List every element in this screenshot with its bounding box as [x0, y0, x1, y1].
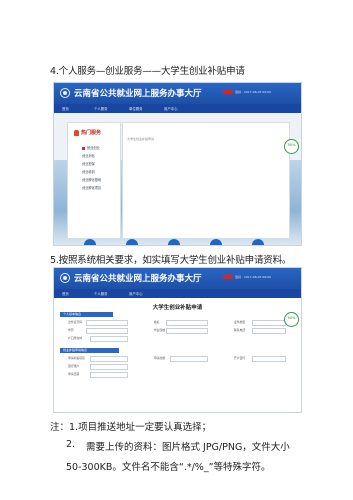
nav-bar: 首页 个人服务 用户中心 — [54, 289, 301, 298]
field-input[interactable] — [90, 336, 128, 342]
header-bar: 云南省公共就业网上服务办事大厅 您好 · 2017-08-03 09:00 — [54, 83, 301, 104]
user-avatar-icon — [223, 275, 234, 279]
section-subsidy: 创业补贴申请信息 — [60, 348, 119, 353]
field-input[interactable] — [90, 372, 128, 378]
nav-user-center[interactable]: 用户中心 — [164, 106, 178, 111]
nav-personal[interactable]: 个人服务 — [94, 106, 108, 111]
nav-personal[interactable]: 个人服务 — [94, 291, 108, 296]
service-circle-icon[interactable] — [252, 239, 264, 245]
nav-user-center[interactable]: 用户中心 — [129, 291, 143, 296]
progress-badge: 50% — [284, 312, 299, 327]
menu-item[interactable]: 创业培训 — [82, 169, 95, 174]
field-label: 银行账户 — [68, 364, 80, 368]
service-circle-icon[interactable] — [126, 239, 138, 245]
heading-step-5: 5.按照系统相关要求，如实填写大学生创业补贴申请资料。 — [50, 255, 292, 266]
field-label: 学历 — [68, 328, 74, 332]
field-label: 身份证号码 — [68, 320, 82, 324]
form-title: 大学生创业补贴申请 — [152, 305, 203, 311]
field-input[interactable] — [90, 364, 128, 370]
user-avatar-icon — [223, 90, 234, 94]
field-label: 证件类型 — [234, 320, 246, 324]
emblem-icon — [60, 273, 70, 283]
emblem-icon — [60, 88, 70, 98]
flame-icon — [74, 129, 79, 136]
field-input[interactable] — [166, 320, 208, 326]
nav-home[interactable]: 首页 — [62, 106, 69, 111]
field-label: 申请补贴项目 — [68, 356, 85, 360]
progress-badge: 50% — [284, 139, 299, 154]
hot-services-title: 热门服务 — [74, 129, 101, 136]
field-label: 联系电话 — [234, 328, 246, 332]
field-input[interactable] — [252, 356, 286, 362]
note-line-1: 注：1.项目推送地址一定要认真选择； — [50, 422, 212, 433]
service-circle-icon[interactable] — [210, 239, 222, 245]
content-panel: 大学生创业补贴申请 — [122, 122, 290, 239]
user-info: 您好 · 2017-08-03 09:00 — [223, 90, 271, 94]
field-label: 姓名 — [154, 320, 160, 324]
field-label: 申请日期 — [68, 372, 80, 376]
field-label: 申请金额 — [154, 356, 166, 360]
system-title: 云南省公共就业网上服务办事大厅 — [74, 89, 202, 99]
nav-home[interactable]: 首页 — [62, 291, 69, 296]
menu-item[interactable]: 就业创业 — [82, 145, 100, 150]
field-input[interactable] — [86, 320, 128, 326]
field-label: 户口所在地 — [68, 336, 82, 340]
nav-bar: 首页 个人服务 单位服务 用户中心 — [54, 104, 301, 113]
heading-step-4: 4.个人服务—创业服务——大学生创业补贴申请 — [50, 66, 245, 77]
service-circle-icon[interactable] — [84, 239, 96, 245]
note-line-2: 需要上传的资料：图片格式 JPG/PNG，文件大小 — [86, 442, 290, 453]
service-circle-icon[interactable] — [168, 239, 180, 245]
menu-item[interactable]: 创业孵化项目 — [82, 185, 101, 190]
header-bar: 云南省公共就业网上服务办事大厅 您好 · 2017-08-03 09:00 — [54, 268, 301, 289]
field-label: 毕业院校 — [154, 328, 166, 332]
menu-item[interactable]: 创业担保 — [82, 161, 95, 166]
panel-note: 大学生创业补贴申请 — [127, 137, 155, 141]
menu-item[interactable]: 创业孵化基地 — [82, 177, 101, 182]
hot-services-panel: 热门服务 就业创业 创业补贴 创业担保 创业培训 创业孵化基地 创业孵化项目 — [67, 122, 121, 239]
note-line-2-number: 2. — [66, 439, 76, 450]
note-line-3: 50-300KB。文件名不能含“.*/%_”等特殊字符。 — [66, 462, 271, 473]
field-input[interactable] — [166, 328, 208, 334]
nav-unit[interactable]: 单位服务 — [129, 106, 143, 111]
field-input[interactable] — [252, 320, 286, 326]
screenshot-service-hall: 云南省公共就业网上服务办事大厅 您好 · 2017-08-03 09:00 首页… — [53, 82, 302, 246]
system-title: 云南省公共就业网上服务办事大厅 — [74, 274, 202, 284]
section-personal: 个人基本信息 — [60, 312, 113, 317]
field-input[interactable] — [170, 356, 208, 362]
field-input[interactable] — [90, 356, 128, 362]
field-label: 开户银行 — [234, 356, 246, 360]
field-select[interactable] — [86, 328, 128, 334]
menu-item[interactable]: 创业补贴 — [82, 153, 95, 158]
user-info: 您好 · 2017-08-03 09:00 — [223, 275, 271, 279]
field-input[interactable] — [252, 328, 286, 334]
service-icons-row — [54, 239, 301, 245]
screenshot-application-form: 云南省公共就业网上服务办事大厅 您好 · 2017-08-03 09:00 首页… — [53, 267, 302, 413]
